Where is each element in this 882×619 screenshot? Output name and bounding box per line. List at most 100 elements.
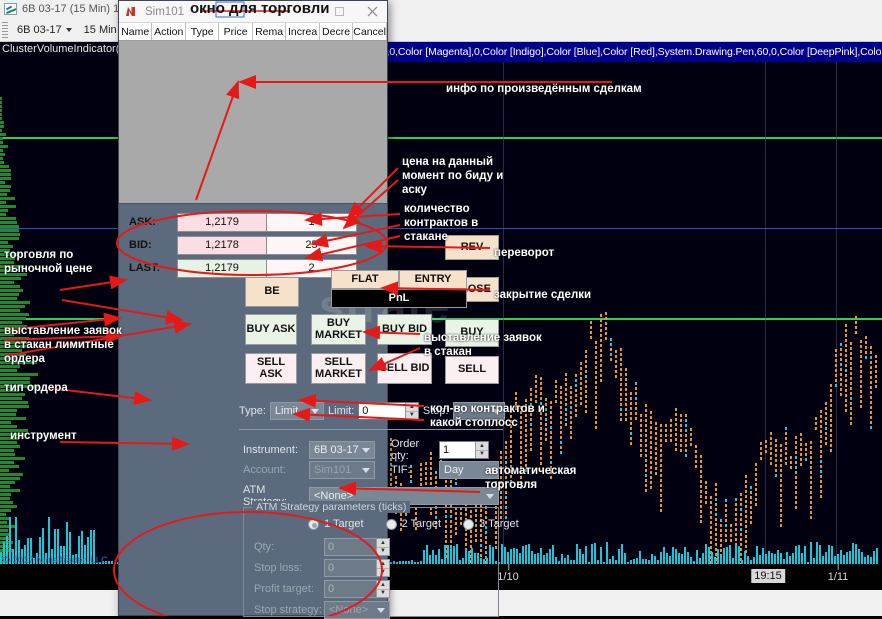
stepper-down-icon[interactable]: ▼ (377, 569, 389, 577)
minimize-button[interactable] (326, 2, 352, 22)
limit-stepper[interactable]: ▲ ▼ (404, 403, 418, 420)
price-bar-tick (570, 425, 572, 429)
price-bar-tick (565, 403, 567, 407)
volume-bar (651, 554, 653, 564)
volume-profile-bar (0, 449, 15, 452)
volume-profile-bar (0, 153, 6, 156)
price-bar-tick (640, 448, 642, 452)
orders-grid-header-cell[interactable]: Type (186, 23, 220, 40)
price-bar-tick (735, 503, 737, 507)
order-type-select[interactable]: Limit (269, 402, 325, 420)
stepper-down-icon[interactable]: ▼ (377, 548, 389, 556)
price-bar-tick (565, 423, 567, 427)
volume-bar (729, 544, 731, 564)
volume-bar (567, 554, 569, 564)
price-bar-tick (805, 442, 807, 446)
volume-profile-bar (0, 185, 11, 188)
atm-target-radio[interactable]: 3 Target (463, 518, 519, 530)
sell-button[interactable]: SELL (445, 356, 499, 384)
limit-label: Limit: (328, 405, 355, 417)
price-bar-tick (595, 385, 597, 389)
stepper-down-icon[interactable]: ▼ (406, 412, 418, 420)
indicator-parameter-bar[interactable]: e],0,Color [Magenta],0,Color [Indigo],Co… (378, 42, 882, 62)
price-bar-tick (550, 440, 552, 444)
buy-ask-button[interactable]: BUY ASK (245, 314, 297, 345)
price-bar-tick (755, 487, 757, 491)
close-button[interactable] (359, 2, 385, 22)
instrument-label: Instrument: (243, 444, 299, 456)
stepper-down-icon[interactable]: ▼ (377, 590, 389, 598)
price-bar-tick (550, 400, 552, 404)
orders-grid-header-cell[interactable]: Decre (320, 23, 354, 40)
limit-price-input[interactable]: 0 ▲ ▼ (358, 402, 419, 420)
dom-qty-cell[interactable]: 1 (267, 212, 357, 232)
atm-target-radio[interactable]: 2 Target (385, 518, 441, 530)
dom-price-cell[interactable]: 1,2178 (177, 235, 267, 255)
instrument-selector[interactable]: 6B 03-17 (11, 22, 78, 38)
atm-parameter-input[interactable]: 0 ▲ ▼ (324, 559, 390, 577)
stepper-up-icon[interactable]: ▲ (377, 560, 389, 569)
price-bar-tick (505, 496, 507, 500)
instrument-select[interactable]: 6B 03-17 (309, 441, 375, 459)
stepper-down-icon[interactable]: ▼ (476, 451, 488, 459)
order-type-value: Limit (274, 405, 299, 417)
buy-market-button[interactable]: BUY MARKET (311, 314, 366, 345)
volume-profile-bar (0, 293, 20, 296)
price-bar-tick (570, 420, 572, 424)
volume-profile-bar (0, 317, 27, 320)
price-bar-tick (700, 474, 702, 478)
price-bar-tick (635, 381, 637, 385)
volume-bar (621, 543, 623, 564)
price-bar-tick (540, 431, 542, 435)
dom-price-cell[interactable]: 1,2179 (177, 212, 267, 232)
atm-parameter-row: Profit target: 0 ▲ ▼ (254, 580, 390, 598)
order-qty-input[interactable]: 1 ▲ ▼ (439, 441, 489, 459)
dom-price-cell[interactable]: 1,2179 (177, 258, 267, 278)
atm-parameter-stepper[interactable]: ▲ ▼ (376, 560, 389, 576)
atm-parameter-input[interactable]: 0 ▲ ▼ (324, 538, 390, 556)
orders-grid-header-cell[interactable]: Increa (286, 23, 320, 40)
sell-ask-button[interactable]: SELL ASK (245, 353, 297, 384)
toolbar-grip[interactable] (2, 21, 8, 38)
entry-button[interactable]: ENTRY (399, 270, 467, 289)
price-bar-tick (545, 433, 547, 437)
account-select[interactable]: Sim101 (309, 461, 375, 479)
price-bar-tick (545, 428, 547, 432)
stepper-up-icon[interactable]: ▲ (377, 539, 389, 548)
order-qty-stepper[interactable]: ▲ ▼ (475, 442, 488, 458)
price-bar-tick (595, 415, 597, 419)
price-bar-tick (505, 456, 507, 460)
stepper-up-icon[interactable]: ▲ (405, 403, 418, 412)
orders-grid-header-cell[interactable]: Action (152, 23, 186, 40)
orders-grid-header-cell[interactable]: Rema (253, 23, 287, 40)
orders-grid-header-cell[interactable]: Cancel (353, 23, 387, 40)
atm-parameter-stepper[interactable]: ▲ ▼ (376, 581, 389, 597)
atm-target-radio[interactable]: 1 Target (308, 518, 364, 530)
price-bar-tick (785, 461, 787, 465)
volume-bar (528, 544, 530, 564)
price-bar-tick (830, 388, 832, 392)
orders-grid-body[interactable] (119, 41, 387, 204)
stepper-up-icon[interactable]: ▲ (476, 442, 488, 451)
volume-profile-bar (0, 117, 3, 120)
dom-qty-cell[interactable]: 25 (267, 235, 357, 255)
price-bar-tick (550, 435, 552, 439)
price-bar-tick (650, 455, 652, 459)
orders-grid-header-cell[interactable]: Price (219, 23, 253, 40)
sell-market-button[interactable]: SELL MARKET (311, 353, 366, 384)
atm-parameter-input[interactable]: 0 ▲ ▼ (324, 580, 390, 598)
flat-button[interactable]: FLAT (331, 270, 399, 289)
price-bar-tick (570, 400, 572, 404)
stepper-up-icon[interactable]: ▲ (377, 581, 389, 590)
price-bar-tick (820, 429, 822, 433)
price-bar-tick (830, 383, 832, 387)
atm-parameter-select[interactable]: <None> (324, 601, 390, 619)
orders-grid-header-cell[interactable]: Name (119, 23, 153, 40)
price-bar-tick (520, 441, 522, 445)
atm-parameter-stepper[interactable]: ▲ ▼ (376, 539, 389, 555)
price-bar-tick (615, 374, 617, 378)
breakeven-button[interactable]: BE (245, 277, 299, 307)
price-bar-tick (830, 423, 832, 427)
price-bar-tick (820, 479, 822, 483)
price-bar-tick (600, 368, 602, 372)
